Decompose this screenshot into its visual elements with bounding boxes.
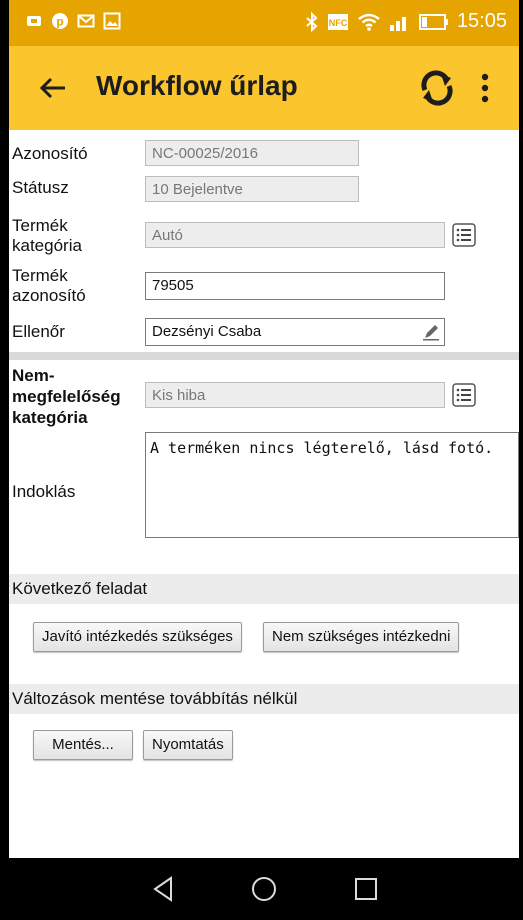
nav-home-icon[interactable] <box>249 874 279 904</box>
save-section-title: Változások mentése továbbítás nélkül <box>9 684 519 714</box>
ellenor-input[interactable]: Dezsényi Csaba <box>145 318 445 346</box>
indoklas-textarea[interactable]: A terméken nincs légterelő, lásd fotó. <box>145 432 519 538</box>
edit-pencil-icon[interactable] <box>422 323 440 341</box>
list-picker-icon[interactable] <box>452 383 476 407</box>
status-bar: p NFC 15:05 <box>9 0 519 46</box>
more-vert-icon[interactable] <box>477 70 493 106</box>
nem-megfeleloseg-label-1: Nem- <box>12 366 55 385</box>
nav-recents-icon[interactable] <box>351 874 381 904</box>
bluetooth-icon <box>306 11 318 32</box>
refresh-icon[interactable] <box>417 68 457 108</box>
corrective-action-button[interactable]: Javító intézkedés szükséges <box>33 622 242 652</box>
next-task-section-title: Következő feladat <box>9 574 519 604</box>
wifi-icon <box>358 13 380 31</box>
termek-azonosito-label-2: azonosító <box>12 286 86 305</box>
nem-megfeleloseg-label-3: kategória <box>12 408 88 427</box>
gallery-icon <box>103 12 121 30</box>
print-button[interactable]: Nyomtatás <box>143 730 233 760</box>
battery-icon <box>418 13 448 30</box>
no-action-button[interactable]: Nem szükséges intézkedni <box>263 622 460 652</box>
section-divider <box>9 352 519 360</box>
status-time: 15:05 <box>456 10 507 32</box>
svg-text:NFC: NFC <box>329 18 348 28</box>
statusz-field: 10 Bejelentve <box>145 176 359 202</box>
nem-megfeleloseg-field: Kis hiba <box>145 382 445 408</box>
save-button[interactable]: Mentés... <box>33 730 133 760</box>
page-title: Workflow űrlap <box>96 70 298 101</box>
phone-screen: p NFC 15:05 Workflow űrlap Azonosító NC-… <box>9 0 519 920</box>
azonosito-field: NC-00025/2016 <box>145 140 359 166</box>
nem-megfeleloseg-label-2: megfelelőség <box>12 387 121 406</box>
nfc-icon: NFC <box>327 13 348 30</box>
form-content: Azonosító NC-00025/2016 Státusz 10 Bejel… <box>9 130 519 858</box>
nav-back-icon[interactable] <box>149 874 179 904</box>
ellenor-label: Ellenőr <box>12 322 65 341</box>
app-icon <box>27 16 41 26</box>
navigation-bar <box>9 858 519 920</box>
indoklas-label: Indoklás <box>12 482 76 501</box>
termek-kategoria-label-2: kategória <box>12 236 82 255</box>
list-picker-icon[interactable] <box>452 223 476 247</box>
pinterest-icon: p <box>52 13 68 29</box>
app-bar: Workflow űrlap <box>9 46 519 130</box>
azonosito-label: Azonosító <box>12 144 88 163</box>
termek-kategoria-field: Autó <box>145 222 445 248</box>
termek-kategoria-label-1: Termék <box>12 216 68 235</box>
statusz-label: Státusz <box>12 178 69 197</box>
svg-text:p: p <box>56 15 63 29</box>
mail-icon <box>77 14 95 28</box>
termek-azonosito-label-1: Termék <box>12 266 68 285</box>
ellenor-value: Dezsényi Csaba <box>152 323 262 340</box>
signal-icon <box>389 16 406 31</box>
arrow-left-icon[interactable] <box>35 70 71 106</box>
termek-azonosito-input[interactable]: 79505 <box>145 272 445 300</box>
